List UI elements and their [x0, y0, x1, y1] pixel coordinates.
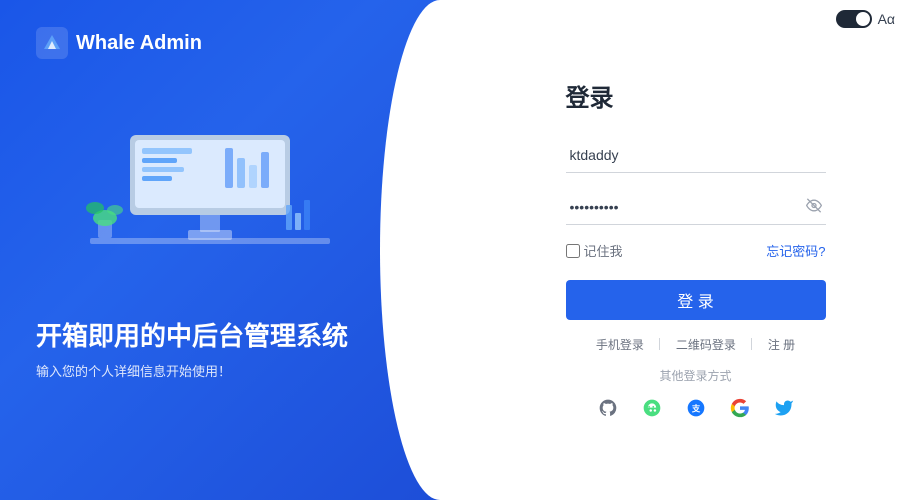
toggle-knob	[856, 12, 870, 26]
phone-login-option[interactable]: 手机登录	[596, 336, 644, 353]
username-input[interactable]	[566, 137, 826, 173]
logo-area: Whale Admin	[36, 27, 202, 59]
login-button[interactable]: 登 录	[566, 280, 826, 320]
alipay-icon[interactable]: 支	[682, 394, 710, 422]
left-panel: Whale Admin	[0, 0, 440, 500]
password-group	[566, 189, 826, 225]
password-input[interactable]	[566, 189, 826, 225]
remember-me-label[interactable]: 记住我	[566, 241, 623, 260]
right-panel: 登录 记住我 忘记密码? 登 录 手机登录 二维码登录	[440, 0, 911, 500]
top-right-controls: Aα	[836, 10, 895, 28]
remember-checkbox[interactable]	[566, 244, 580, 258]
github-icon[interactable]	[594, 394, 622, 422]
form-title: 登录	[566, 78, 826, 113]
illustration	[60, 80, 360, 280]
left-content: 开箱即用的中后台管理系统 输入您的个人详细信息开始使用！	[36, 316, 348, 380]
login-form: 登录 记住我 忘记密码? 登 录 手机登录 二维码登录	[566, 78, 826, 422]
language-icon[interactable]: Aα	[878, 11, 895, 27]
social-icons: 支	[566, 394, 826, 422]
alt-login-options: 手机登录 二维码登录 注 册	[566, 336, 826, 353]
main-title: 开箱即用的中后台管理系统	[36, 316, 348, 353]
wechat-icon[interactable]	[638, 394, 666, 422]
eye-icon[interactable]	[806, 198, 822, 217]
form-options: 记住我 忘记密码?	[566, 241, 826, 260]
register-option[interactable]: 注 册	[768, 336, 795, 353]
logo-title: Whale Admin	[76, 32, 202, 55]
other-login-label: 其他登录方式	[566, 367, 826, 384]
username-group	[566, 137, 826, 173]
remember-text: 记住我	[584, 241, 623, 260]
forgot-password-link[interactable]: 忘记密码?	[766, 241, 825, 260]
logo-icon	[36, 27, 68, 59]
google-icon[interactable]	[726, 394, 754, 422]
twitter-icon[interactable]	[770, 394, 798, 422]
sub-title: 输入您的个人详细信息开始使用！	[36, 361, 348, 380]
svg-text:支: 支	[690, 403, 700, 413]
dark-mode-toggle[interactable]	[836, 10, 872, 28]
qrcode-login-option[interactable]: 二维码登录	[676, 336, 736, 353]
